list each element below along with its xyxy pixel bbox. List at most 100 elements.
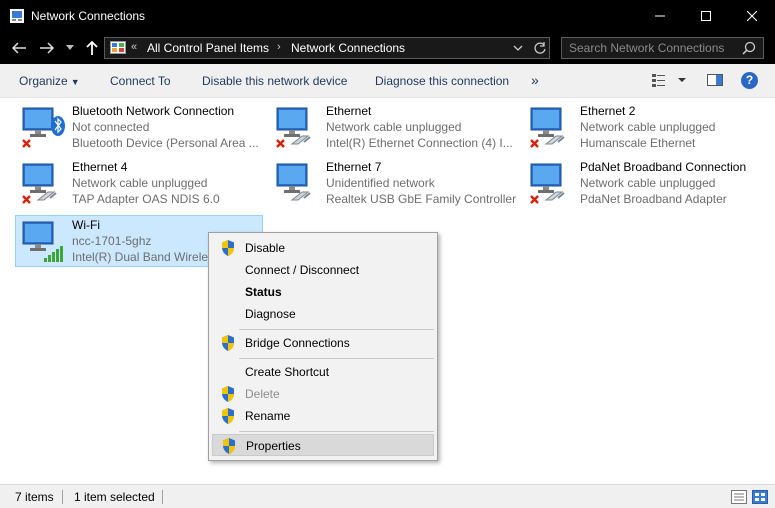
connect-to-button[interactable]: Connect To [110, 74, 171, 88]
ethernet-unplugged-icon [528, 162, 574, 206]
connection-name: PdaNet Broadband Connection [580, 160, 747, 174]
ethernet-unplugged-icon [274, 106, 320, 150]
title-bar: Network Connections [0, 0, 775, 32]
status-separator [162, 490, 163, 504]
connection-name: Ethernet [326, 104, 372, 118]
connection-device: Bluetooth Device (Personal Area ... [72, 136, 259, 150]
menu-item-bridge-connections[interactable]: Bridge Connections [212, 332, 434, 354]
breadcrumb-overflow[interactable]: « [131, 41, 137, 53]
close-button[interactable] [729, 0, 775, 32]
minimize-icon [655, 15, 665, 17]
disable-device-button[interactable]: Disable this network device [202, 74, 347, 88]
connection-status: Not connected [72, 120, 150, 134]
maximize-button[interactable] [683, 0, 729, 32]
menu-item-connect-disconnect[interactable]: Connect / Disconnect [212, 259, 434, 281]
connection-item-bluetooth[interactable]: Bluetooth Network Connection Not connect… [16, 102, 264, 154]
forward-arrow-icon [40, 42, 55, 54]
wifi-signal-icon [20, 220, 66, 264]
menu-item-diagnose[interactable]: Diagnose [212, 303, 434, 325]
ethernet-connected-icon [274, 162, 320, 206]
menu-item-label: Disable [245, 241, 286, 255]
organize-label: Organize [19, 74, 68, 88]
selection-count: 1 item selected [74, 490, 155, 504]
details-view-icon [731, 490, 747, 504]
large-icons-view-button[interactable] [752, 490, 768, 507]
organize-menu[interactable]: Organize ▼ [19, 74, 80, 88]
refresh-button[interactable] [533, 41, 547, 58]
connection-name: Ethernet 4 [72, 160, 128, 174]
menu-item-label: Status [245, 285, 282, 299]
connection-status: Network cable unplugged [580, 176, 716, 190]
connection-name: Bluetooth Network Connection [72, 104, 235, 118]
more-commands-button[interactable]: » [531, 72, 539, 88]
window-title: Network Connections [31, 9, 146, 23]
menu-separator [239, 431, 434, 432]
details-view-button[interactable] [731, 490, 747, 507]
back-arrow-icon [11, 42, 26, 54]
menu-item-delete[interactable]: Delete [212, 383, 434, 405]
refresh-icon [534, 42, 546, 54]
menu-item-rename[interactable]: Rename [212, 405, 434, 427]
menu-item-status[interactable]: Status [212, 281, 434, 303]
chevron-down-icon: ▼ [70, 77, 80, 87]
recent-locations-button[interactable] [63, 38, 77, 58]
menu-item-label: Connect / Disconnect [245, 263, 360, 277]
up-button[interactable] [83, 38, 105, 58]
command-bar: Organize ▼ Connect To Disable this networ… [0, 64, 775, 98]
menu-item-create-shortcut[interactable]: Create Shortcut [212, 361, 434, 383]
change-view-button[interactable] [652, 72, 688, 91]
connection-status: ncc-1701-5ghz [72, 234, 152, 248]
forward-button[interactable] [36, 38, 58, 58]
uac-shield-icon [221, 240, 235, 259]
menu-item-label: Bridge Connections [245, 336, 350, 350]
ethernet-unplugged-icon [20, 162, 66, 206]
menu-separator [239, 358, 434, 359]
uac-shield-icon [221, 408, 235, 427]
menu-item-label: Create Shortcut [245, 365, 330, 379]
menu-item-label: Delete [245, 387, 280, 401]
maximize-icon [701, 11, 711, 21]
uac-shield-icon [221, 386, 235, 405]
search-input[interactable]: Search Network Connections [561, 37, 764, 59]
connection-device: Humanscale Ethernet [580, 136, 696, 150]
breadcrumb-separator[interactable]: › [277, 41, 281, 53]
menu-item-label: Properties [246, 439, 301, 453]
connection-name: Wi-Fi [72, 218, 100, 232]
breadcrumb-all-control-panel-items[interactable]: All Control Panel Items [147, 41, 269, 55]
item-count: 7 items [15, 490, 54, 504]
minimize-button[interactable] [637, 0, 683, 32]
address-bar[interactable]: « All Control Panel Items › Network Conn… [104, 37, 550, 59]
search-icon [742, 41, 756, 58]
connection-device: Realtek USB GbE Family Controller [326, 192, 516, 206]
menu-item-label: Rename [245, 409, 291, 423]
address-dropdown-button[interactable] [513, 42, 523, 57]
large-icons-view-icon [752, 490, 768, 504]
connection-status: Network cable unplugged [326, 120, 462, 134]
connection-device: PdaNet Broadband Adapter [580, 192, 727, 206]
menu-item-disable[interactable]: Disable [212, 237, 434, 259]
connection-name: Ethernet 7 [326, 160, 382, 174]
connection-status: Network cable unplugged [72, 176, 208, 190]
connection-status: Unidentified network [326, 176, 435, 190]
control-panel-icon [110, 40, 126, 56]
preview-pane-button[interactable] [707, 72, 723, 91]
network-connections-app-icon [9, 8, 25, 24]
chevron-down-icon [66, 45, 74, 50]
close-icon [747, 11, 757, 21]
connection-item-ethernet[interactable]: Ethernet Network cable unplugged Intel(R… [270, 102, 518, 154]
diagnose-connection-button[interactable]: Diagnose this connection [375, 74, 509, 88]
back-button[interactable] [8, 38, 30, 58]
connection-item-pdanet[interactable]: PdaNet Broadband Connection Network cabl… [524, 158, 772, 210]
connection-status: Network cable unplugged [580, 120, 716, 134]
status-separator [62, 490, 63, 504]
connection-name: Ethernet 2 [580, 104, 636, 118]
connection-item-ethernet-7[interactable]: Ethernet 7 Unidentified network Realtek … [270, 158, 518, 210]
search-placeholder: Search Network Connections [569, 41, 725, 55]
connection-item-ethernet-2[interactable]: Ethernet 2 Network cable unplugged Human… [524, 102, 772, 154]
preview-pane-icon [707, 74, 723, 86]
connection-item-ethernet-4[interactable]: Ethernet 4 Network cable unplugged TAP A… [16, 158, 264, 210]
status-bar: 7 items 1 item selected [0, 484, 775, 508]
menu-item-properties[interactable]: Properties [212, 434, 434, 456]
help-icon[interactable]: ? [741, 72, 758, 89]
breadcrumb-network-connections[interactable]: Network Connections [291, 41, 405, 55]
